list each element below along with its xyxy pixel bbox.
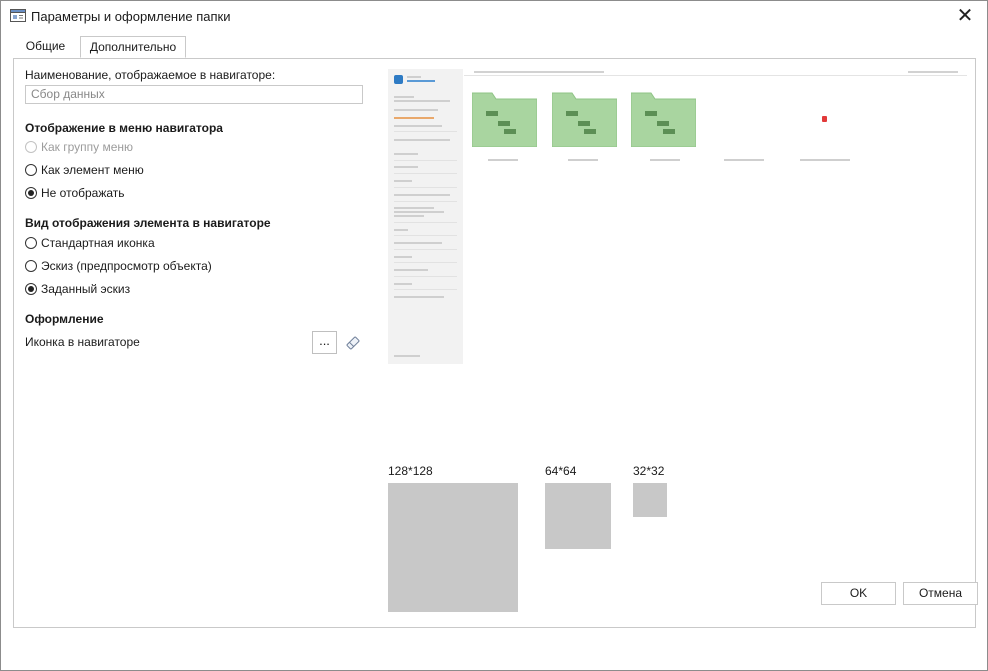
preview-text-line bbox=[394, 153, 418, 155]
radio-label: Стандартная иконка bbox=[41, 236, 155, 250]
preview-logo-icon bbox=[394, 75, 403, 84]
preview-text-line bbox=[394, 296, 444, 298]
preview-user-menu bbox=[908, 71, 958, 73]
preview-text-line bbox=[394, 256, 412, 258]
preview-text-line bbox=[407, 80, 435, 82]
radio-label: Не отображать bbox=[41, 186, 125, 200]
preview-text-line bbox=[394, 211, 444, 213]
ok-button[interactable]: OK bbox=[821, 582, 896, 605]
eraser-icon[interactable] bbox=[345, 335, 361, 351]
icon-placeholder-32[interactable] bbox=[633, 483, 667, 517]
preview-breadcrumb bbox=[474, 71, 604, 73]
preview-folder-label bbox=[568, 159, 598, 161]
preview-text-line bbox=[394, 117, 434, 119]
preview-text-line bbox=[394, 215, 424, 217]
cancel-button[interactable]: Отмена bbox=[903, 582, 978, 605]
radio-dot bbox=[25, 141, 37, 153]
tab-panel-advanced: Наименование, отображаемое в навигаторе:… bbox=[13, 58, 976, 628]
size-label-32: 32*32 bbox=[633, 464, 665, 478]
preview-text-line bbox=[394, 269, 428, 271]
radio-dot bbox=[25, 283, 37, 295]
close-button[interactable]: ✕ bbox=[943, 1, 987, 33]
window-title: Параметры и оформление папки bbox=[31, 9, 231, 24]
preview-divider bbox=[394, 187, 457, 188]
preview-divider bbox=[394, 235, 457, 236]
radio-label: Как элемент меню bbox=[41, 163, 144, 177]
design-header: Оформление bbox=[25, 312, 104, 326]
radio-dot bbox=[25, 164, 37, 176]
preview-folder-icon bbox=[472, 92, 537, 147]
preview-folder-label bbox=[724, 159, 764, 161]
preview-red-icon bbox=[822, 116, 827, 122]
preview-divider bbox=[394, 131, 457, 132]
size-label-64: 64*64 bbox=[545, 464, 577, 478]
navigator-name-input[interactable]: Сбор данных bbox=[25, 85, 363, 104]
icon-placeholder-64[interactable] bbox=[545, 483, 611, 549]
preview-text-line bbox=[394, 125, 442, 127]
preview-divider bbox=[394, 262, 457, 263]
preview-text-line bbox=[394, 166, 418, 168]
preview-divider bbox=[394, 276, 457, 277]
preview-text-line bbox=[407, 76, 421, 78]
icon-placeholder-128[interactable] bbox=[388, 483, 518, 612]
preview-text-line bbox=[394, 207, 434, 209]
preview-folder-label bbox=[650, 159, 680, 161]
preview-text-line bbox=[394, 229, 408, 231]
preview-divider bbox=[394, 173, 457, 174]
preview-divider bbox=[394, 222, 457, 223]
radio-label: Как группу меню bbox=[41, 140, 134, 154]
preview-folder-icon bbox=[631, 92, 696, 147]
dialog-window: Параметры и оформление папки ✕ Общие Доп… bbox=[0, 0, 988, 671]
menu-display-header: Отображение в меню навигатора bbox=[25, 121, 223, 135]
tab-advanced[interactable]: Дополнительно bbox=[80, 36, 186, 58]
radio-label: Заданный эскиз bbox=[41, 282, 131, 296]
preview-divider bbox=[394, 160, 457, 161]
preview-text-line bbox=[394, 283, 412, 285]
radio-dot bbox=[25, 237, 37, 249]
preview-text-line bbox=[394, 242, 442, 244]
size-label-128: 128*128 bbox=[388, 464, 433, 478]
preview-text-line bbox=[394, 355, 420, 357]
preview-folder-icon bbox=[552, 92, 617, 147]
preview-divider bbox=[394, 201, 457, 202]
preview-text-line bbox=[394, 180, 412, 182]
preview-divider bbox=[394, 289, 457, 290]
navigator-icon-label: Иконка в навигаторе bbox=[25, 335, 140, 349]
window-icon bbox=[10, 9, 26, 22]
close-icon: ✕ bbox=[956, 5, 974, 27]
radio-label: Эскиз (предпросмотр объекта) bbox=[41, 259, 212, 273]
preview-header-line bbox=[464, 75, 967, 76]
preview-text-line bbox=[394, 109, 438, 111]
tab-general[interactable]: Общие bbox=[17, 36, 74, 58]
title-bar: Параметры и оформление папки ✕ bbox=[1, 1, 987, 33]
preview-folder-label bbox=[800, 159, 850, 161]
browse-icon-button[interactable]: ... bbox=[312, 331, 337, 354]
thumbnail-preview bbox=[388, 69, 967, 364]
preview-text-line bbox=[394, 139, 450, 141]
radio-dot bbox=[25, 187, 37, 199]
preview-text-line bbox=[394, 100, 450, 102]
preview-text-line bbox=[394, 194, 450, 196]
preview-text-line bbox=[394, 96, 414, 98]
navigator-name-label: Наименование, отображаемое в навигаторе: bbox=[25, 68, 276, 82]
view-display-header: Вид отображения элемента в навигаторе bbox=[25, 216, 271, 230]
preview-sidebar bbox=[388, 69, 463, 364]
radio-dot bbox=[25, 260, 37, 272]
preview-folder-label bbox=[488, 159, 518, 161]
preview-divider bbox=[394, 249, 457, 250]
